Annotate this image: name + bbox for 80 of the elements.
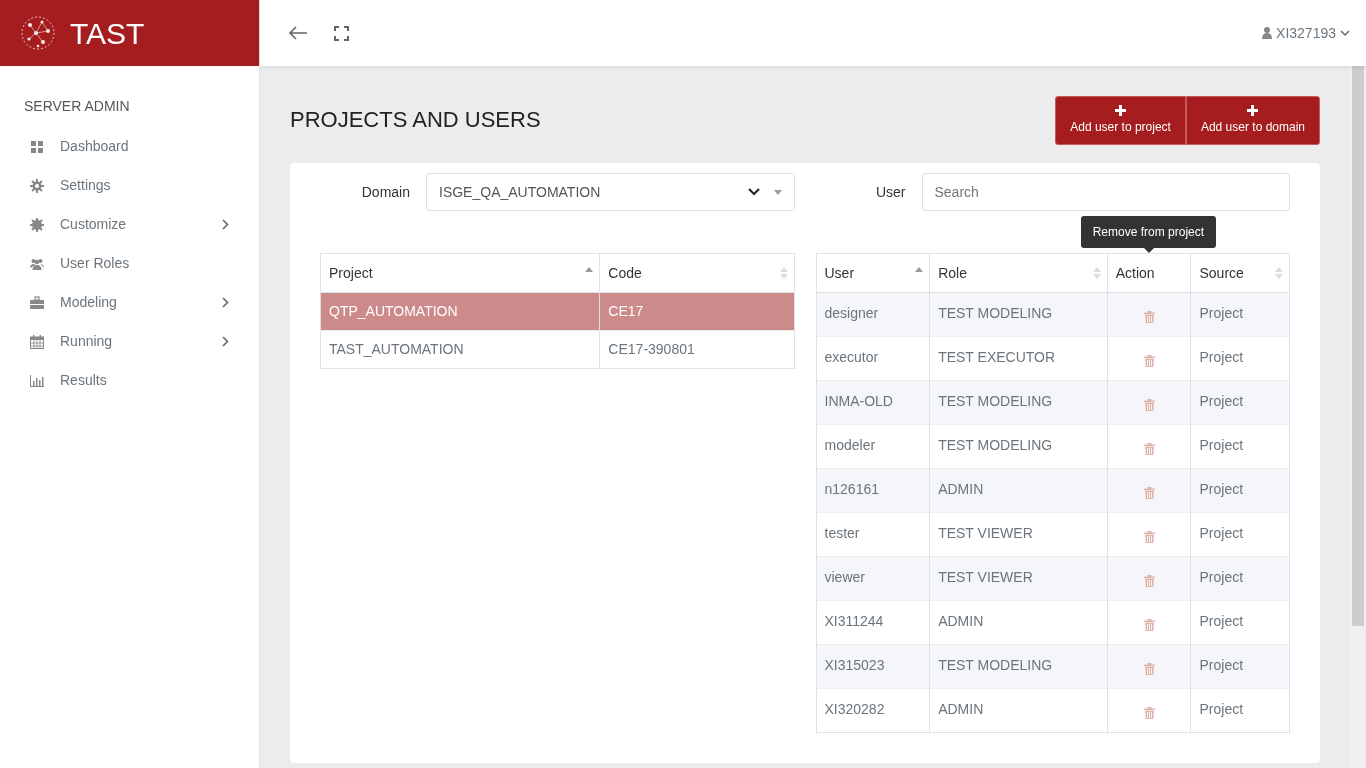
trash-icon[interactable] — [1143, 443, 1155, 456]
project-row[interactable]: TAST_AUTOMATION CE17-390801 — [320, 330, 794, 369]
user-menu[interactable]: XI327193 — [1262, 22, 1350, 44]
column-header[interactable]: User — [824, 264, 855, 281]
user-label: User — [874, 182, 907, 202]
caret-down-icon — [773, 189, 782, 195]
trash-icon[interactable] — [1143, 531, 1155, 544]
sidebar-item[interactable]: Running — [0, 322, 259, 361]
trash-icon[interactable] — [1143, 663, 1155, 676]
tooltip: Remove from project — [1080, 216, 1217, 248]
user-name: designer — [816, 292, 930, 337]
plus-icon — [1115, 105, 1127, 116]
domain-label: Domain — [360, 182, 411, 202]
network-globe-icon — [20, 15, 56, 51]
trash-icon[interactable] — [1143, 707, 1155, 720]
user-name: XI315023 — [816, 644, 930, 689]
role-name: TEST MODELING — [929, 292, 1108, 337]
brand-title: TAST — [70, 15, 145, 52]
starburst-icon — [30, 217, 44, 232]
settings-icon — [30, 178, 44, 193]
source-name: Project — [1191, 380, 1290, 425]
source-name: Project — [1191, 556, 1290, 601]
plus-icon — [1247, 105, 1259, 116]
project-row[interactable]: QTP_AUTOMATION CE17 — [320, 292, 794, 331]
page-title: PROJECTS AND USERS — [290, 107, 541, 134]
user-name: XI320282 — [816, 688, 930, 733]
role-name: TEST MODELING — [929, 380, 1108, 425]
grid-icon — [30, 139, 44, 154]
trash-icon[interactable] — [1143, 311, 1155, 324]
sort-icon[interactable] — [1092, 267, 1101, 279]
bar-chart-icon — [30, 373, 44, 388]
calendar-icon — [30, 334, 44, 349]
role-name: TEST VIEWER — [929, 556, 1108, 601]
column-header[interactable]: Role — [938, 264, 967, 281]
user-name: INMA-OLD — [816, 380, 930, 425]
sidebar-item[interactable]: Settings — [0, 166, 259, 205]
chevron-down-icon — [1340, 29, 1350, 37]
users-icon — [30, 256, 44, 271]
scrollbar[interactable] — [1350, 66, 1366, 768]
chevron-down-icon — [747, 188, 760, 196]
trash-icon[interactable] — [1143, 487, 1155, 500]
sort-icon[interactable] — [779, 267, 788, 279]
sidebar-section-title: SERVER ADMIN — [23, 97, 131, 116]
add-button[interactable]: Add user to project — [1055, 96, 1186, 145]
back-arrow-icon[interactable] — [288, 25, 308, 41]
role-name: ADMIN — [929, 688, 1108, 733]
sort-icon[interactable] — [1275, 267, 1283, 279]
column-header[interactable]: Project — [329, 264, 373, 281]
column-header[interactable]: Source — [1199, 264, 1244, 281]
source-name: Project — [1191, 292, 1290, 337]
tooltip-pointer — [1144, 248, 1155, 253]
project-name: TAST_AUTOMATION — [320, 330, 600, 369]
user-name: viewer — [816, 556, 930, 601]
sidebar-item[interactable]: Modeling — [0, 283, 259, 322]
source-name: Project — [1191, 644, 1290, 689]
add-button[interactable]: Add user to domain — [1185, 96, 1320, 145]
trash-icon[interactable] — [1143, 355, 1155, 368]
trash-icon[interactable] — [1143, 575, 1155, 588]
domain-select[interactable]: ISGE_QA_AUTOMATION — [426, 173, 795, 211]
sidebar-item[interactable]: Results — [0, 361, 259, 400]
sidebar-item[interactable]: User Roles — [0, 244, 259, 283]
user-search-field[interactable]: Search — [921, 173, 1290, 211]
sort-ascending-icon[interactable] — [585, 267, 594, 272]
column-header[interactable]: Code — [608, 264, 642, 281]
fullscreen-icon[interactable] — [334, 25, 349, 41]
role-name: ADMIN — [929, 468, 1108, 513]
source-name: Project — [1191, 468, 1290, 513]
role-name: TEST MODELING — [929, 644, 1108, 689]
user-name: n126161 — [816, 468, 930, 513]
trash-icon[interactable] — [1143, 619, 1155, 632]
source-name: Project — [1191, 688, 1290, 733]
sidebar-item[interactable]: Customize — [0, 205, 259, 244]
project-code: CE17 — [599, 292, 794, 331]
briefcase-icon — [30, 295, 44, 310]
project-name: QTP_AUTOMATION — [320, 292, 600, 331]
trash-icon[interactable] — [1143, 399, 1155, 412]
sort-ascending-icon[interactable] — [915, 267, 924, 272]
sidebar-item[interactable]: Dashboard — [0, 127, 259, 166]
project-code: CE17-390801 — [599, 330, 794, 369]
person-icon — [1262, 27, 1273, 39]
